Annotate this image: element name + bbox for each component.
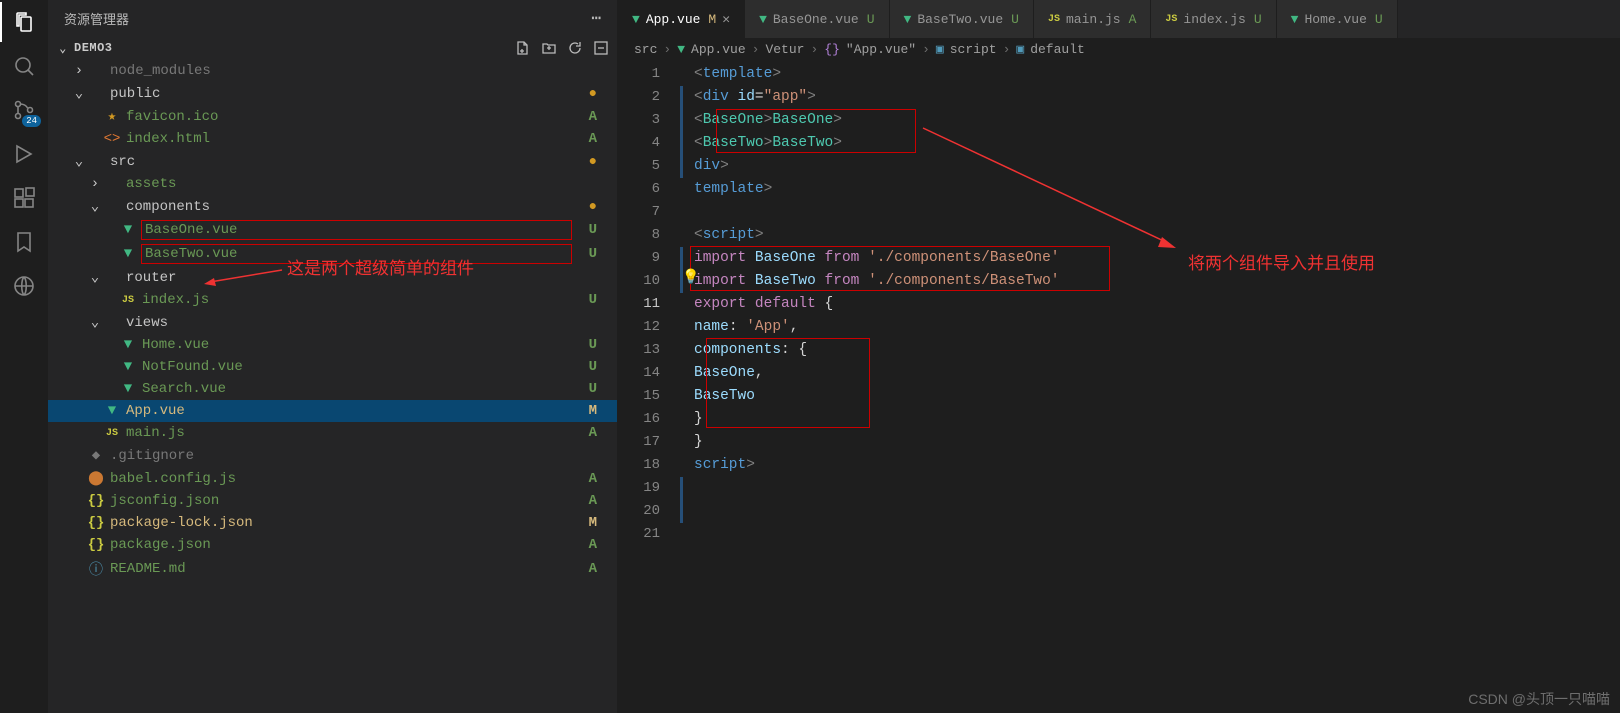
collapse-icon[interactable] — [593, 40, 609, 56]
fold-column — [676, 61, 694, 713]
new-folder-icon[interactable] — [541, 40, 557, 56]
breadcrumb-item[interactable]: App.vue — [691, 42, 746, 57]
tree-item[interactable]: ›node_modules — [48, 60, 617, 82]
project-name: DEMO3 — [74, 41, 113, 55]
tree-item[interactable]: ◆.gitignore — [48, 444, 617, 467]
tree-item[interactable]: JSindex.jsU — [48, 289, 617, 311]
refresh-icon[interactable] — [567, 40, 583, 56]
tree-item[interactable]: {}package.jsonA — [48, 534, 617, 556]
tree-item[interactable]: ▼BaseOne.vueU — [48, 218, 617, 242]
close-icon[interactable]: ✕ — [722, 12, 730, 27]
sidebar-title: 资源管理器 ⋯ — [48, 0, 617, 36]
tree-item[interactable]: ›assets — [48, 173, 617, 195]
editor-tab[interactable]: JSindex.jsU — [1151, 0, 1276, 38]
editor-area: ▼App.vueM✕▼BaseOne.vueU▼BaseTwo.vueUJSma… — [618, 0, 1620, 713]
editor-tab[interactable]: JSmain.jsA — [1034, 0, 1151, 38]
source-control-icon[interactable]: 24 — [10, 96, 38, 124]
editor-tabs: ▼App.vueM✕▼BaseOne.vueU▼BaseTwo.vueUJSma… — [618, 0, 1620, 38]
breadcrumb-item[interactable]: default — [1030, 42, 1085, 57]
tree-item[interactable]: ▼Home.vueU — [48, 334, 617, 356]
tree-item[interactable]: JSmain.jsA — [48, 422, 617, 444]
editor-tab[interactable]: ▼BaseOne.vueU — [745, 0, 889, 38]
tree-item[interactable]: ⓘREADME.mdA — [48, 556, 617, 582]
breadcrumb-sep: › — [663, 42, 671, 57]
tree-item[interactable]: ★favicon.icoA — [48, 105, 617, 128]
breadcrumb-item[interactable]: "App.vue" — [846, 42, 916, 57]
sidebar-title-text: 资源管理器 — [64, 9, 129, 28]
chevron-down-icon: ⌄ — [56, 41, 70, 56]
activity-bar: 24 — [0, 0, 48, 713]
tree-item[interactable]: ⌄public● — [48, 82, 617, 105]
file-tree: ›node_modules⌄public●★favicon.icoA<>inde… — [48, 60, 617, 713]
scm-badge: 24 — [22, 115, 41, 127]
breadcrumb[interactable]: src › ▼ App.vue › Vetur › {} "App.vue" ›… — [618, 38, 1620, 61]
tree-item[interactable]: ⌄src● — [48, 150, 617, 173]
bookmark-icon[interactable] — [10, 228, 38, 256]
editor-tab[interactable]: ▼Home.vueU — [1277, 0, 1398, 38]
code-content[interactable]: <template> <div id="app"> <BaseOne>BaseO… — [694, 61, 1060, 713]
tree-item[interactable]: ▼App.vueM — [48, 400, 617, 422]
annotation-right: 将两个组件导入并且使用 — [1188, 249, 1375, 274]
editor-tab[interactable]: ▼App.vueM✕ — [618, 0, 745, 38]
tree-item[interactable]: {}package-lock.jsonM — [48, 512, 617, 534]
explorer-icon[interactable] — [10, 8, 38, 36]
extensions-icon[interactable] — [10, 184, 38, 212]
breadcrumb-item[interactable]: Vetur — [765, 42, 804, 57]
code-editor[interactable]: 123456789101112131415161718192021 <templ… — [618, 61, 1620, 713]
tree-item[interactable]: ▼Search.vueU — [48, 378, 617, 400]
explorer-sidebar: 资源管理器 ⋯ ⌄ DEMO3 ›node_modules⌄public●★fa… — [48, 0, 618, 713]
tree-item[interactable]: ⌄router — [48, 266, 617, 289]
remote-icon[interactable] — [10, 272, 38, 300]
new-file-icon[interactable] — [515, 40, 531, 56]
tree-item[interactable]: ▼BaseTwo.vueU — [48, 242, 617, 266]
tree-item[interactable]: <>index.htmlA — [48, 128, 617, 150]
search-icon[interactable] — [10, 52, 38, 80]
tree-item[interactable]: ⌄components● — [48, 195, 617, 218]
more-icon[interactable]: ⋯ — [591, 8, 601, 28]
lightbulb-icon[interactable]: 💡 — [682, 269, 699, 286]
tree-item[interactable]: ⬤babel.config.jsA — [48, 467, 617, 490]
tree-item[interactable]: ▼NotFound.vueU — [48, 356, 617, 378]
tree-item[interactable]: ⌄views — [48, 311, 617, 334]
breadcrumb-item[interactable]: src — [634, 42, 657, 57]
watermark: CSDN @头顶一只喵喵 — [1468, 689, 1610, 709]
run-debug-icon[interactable] — [10, 140, 38, 168]
editor-tab[interactable]: ▼BaseTwo.vueU — [890, 0, 1034, 38]
tree-item[interactable]: {}jsconfig.jsonA — [48, 490, 617, 512]
line-numbers: 123456789101112131415161718192021 — [618, 61, 676, 713]
breadcrumb-item[interactable]: script — [950, 42, 997, 57]
project-header[interactable]: ⌄ DEMO3 — [48, 36, 617, 60]
